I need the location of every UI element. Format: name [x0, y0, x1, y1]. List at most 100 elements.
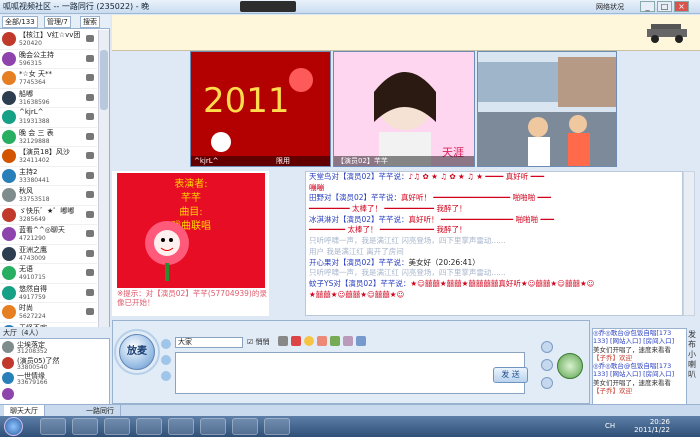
minimize-button[interactable]: _ [640, 1, 655, 12]
chat-scrollbar[interactable] [683, 171, 695, 316]
hall-user-row[interactable]: 尘埃落定 31208352 [0, 340, 110, 356]
settings-icon[interactable] [541, 341, 553, 353]
taskbar-app-4[interactable] [136, 418, 162, 435]
chat-message: ━━━━━━━━ 太棒了！ ━━━━━━━━━━━━ 我醉了！ [306, 225, 682, 236]
user-row[interactable]: 无怪不欢31018170 [0, 323, 97, 327]
user-row[interactable]: 无语 4910715 [0, 264, 97, 284]
avatar [2, 207, 16, 222]
user-id: 33800540 [17, 363, 48, 371]
taskbar-app-5[interactable] [168, 418, 194, 435]
chat-sender[interactable]: 田野对【演员02】芊芊说： [309, 193, 401, 202]
recipient-select[interactable]: 大家 [175, 337, 243, 348]
public-message-line[interactable]: 133] [网站入口] [房间入口] [593, 337, 686, 345]
action-icon[interactable] [343, 336, 353, 346]
broadcast-icon[interactable] [557, 353, 583, 379]
image-icon[interactable] [330, 336, 340, 346]
public-message-line[interactable]: 美女们开唱了，速度来看看 [593, 346, 686, 354]
music-icon[interactable] [541, 359, 553, 371]
user-row[interactable]: ゞ快乐゛★゜嘟嘟 3285649 [0, 206, 97, 225]
hall-user-row[interactable]: (演员05)了然 33800540 [0, 356, 110, 372]
user-id: 4917759 [19, 293, 46, 301]
bold-icon[interactable] [278, 336, 288, 346]
taskbar-app-3[interactable] [104, 418, 130, 435]
chat-sender[interactable]: 冰淇淋对【演员02】芊芊说： [309, 215, 409, 224]
gift-icon[interactable] [317, 336, 327, 346]
user-row[interactable]: 时尚 5627224 [0, 303, 97, 323]
user-id: 596315 [19, 59, 42, 67]
user-row[interactable]: 晚 会 三 表 32129888 [0, 128, 97, 147]
tab-search[interactable]: 搜索 [80, 16, 100, 28]
chat-sender[interactable]: 蚊子YS对【演员02】芊芊说： [309, 279, 410, 288]
avatar [2, 341, 14, 353]
taskbar-app-8[interactable] [264, 418, 290, 435]
speaker-icon[interactable] [161, 339, 171, 349]
user-row[interactable]: ^kjrL^ 31931388 [0, 108, 97, 128]
taskbar-app-1[interactable] [40, 418, 66, 435]
taskbar-app-6[interactable] [200, 418, 226, 435]
user-row[interactable]: 主持2 33380441 [0, 167, 97, 186]
start-button[interactable] [4, 417, 23, 436]
user-panel: 全部/133 管理/7 搜索 【核江】V红☆vv团 520420 晚会公主持 5963… [0, 15, 110, 327]
video-window-1[interactable]: 2011 ^kjrL^ 限用 [190, 51, 331, 167]
hall-user-list: 尘埃落定 31208352 (演员05)了然 33800540 一世情缘 33679166 [0, 340, 110, 402]
camera-icon [86, 249, 94, 257]
user-row[interactable]: *☆女 天** 7745364 [0, 69, 97, 89]
user-row[interactable]: 船嘟 31638596 [0, 89, 97, 108]
user-list-scrollbar[interactable] [98, 30, 109, 327]
camera-icon[interactable] [161, 355, 171, 365]
taskbar-app-2[interactable] [72, 418, 98, 435]
hall-user-row[interactable] [0, 387, 110, 403]
taskbar-app-7[interactable] [232, 418, 258, 435]
record-icon[interactable] [541, 377, 553, 389]
camera-icon [86, 93, 94, 101]
send-button[interactable]: 发 送 [493, 367, 528, 383]
user-row[interactable]: 亚洲之鹰 4743009 [0, 245, 97, 264]
user-name: 晚会公主持 [19, 50, 54, 59]
public-message-line[interactable]: 美女们开唱了，速度来看看 [593, 379, 686, 387]
hall-panel: 大厅（4人） 尘埃落定 31208352 (演员05)了然 33800540 一世情缘 3… [0, 328, 110, 416]
camera-icon [86, 113, 94, 120]
font-color-icon[interactable] [291, 336, 301, 346]
avatar [2, 188, 16, 202]
volume-icon[interactable] [161, 371, 171, 381]
user-name: *☆女 天** [19, 70, 53, 78]
user-row[interactable]: 【演员18】风沙 32411402 [0, 147, 97, 167]
chat-log: 天堂鸟对【演员02】芊芊说：♪♫ ✿ ★ ♫ ✿ ★ ♫ ★ ━━━━ 真好听 … [305, 171, 683, 316]
screenshot-icon[interactable] [356, 336, 366, 346]
emoji-icon[interactable] [304, 336, 314, 346]
video-window-2[interactable]: 天涯 【演员02】芊芊 [333, 51, 475, 167]
avatar [2, 51, 16, 66]
public-message-line[interactable]: 【子乔】欢迎 [593, 387, 686, 395]
public-message-line[interactable]: 133] [网站入口] [房间入口] [593, 370, 686, 378]
speaker-label[interactable]: 发布小喇叭 [688, 330, 698, 380]
mic-button[interactable]: 放麦 [119, 334, 155, 370]
user-name: 悠然自得 [19, 284, 47, 293]
tab-all[interactable]: 全部/133 [2, 16, 38, 28]
user-row[interactable]: 秋风 33753518 [0, 186, 97, 206]
message-input[interactable] [175, 352, 525, 394]
chat-sender[interactable]: 开心果对【演员02】芊芊说： [309, 258, 409, 267]
user-tabs: 全部/133 管理/7 搜索 [0, 15, 110, 29]
language-indicator[interactable]: CH [605, 422, 615, 430]
user-row[interactable]: 悠然自得 4917759 [0, 284, 97, 303]
input-area: 放麦 大家 ☑ 悄悄 发 送 [112, 320, 590, 404]
user-id: 32129888 [19, 137, 50, 145]
maximize-button[interactable]: □ [657, 1, 672, 12]
title-bar: 呱呱视频社区 -- 一路同行 (235022) - 晚 网络状况 _ □ × [0, 0, 700, 14]
chat-sender[interactable]: 天堂鸟对【演员02】芊芊说： [309, 172, 409, 181]
clock[interactable]: 20:26 2011/1/22 [630, 418, 670, 434]
hall-user-row[interactable]: 一世情缘 33679166 [0, 371, 110, 387]
user-row[interactable]: 晚会公主持 596315 [0, 50, 97, 69]
public-message-line[interactable]: 【子乔】欢迎 [593, 354, 686, 362]
user-row[interactable]: 蓝看^^◎聊天 4721290 [0, 225, 97, 245]
top-banner [112, 15, 700, 51]
connection-widget[interactable] [240, 1, 296, 12]
user-name: ゞ快乐゛★゜嘟嘟 [19, 206, 75, 215]
private-checkbox[interactable]: ☑ 悄悄 [247, 337, 270, 347]
network-status-label[interactable]: 网络状况 [596, 2, 624, 12]
close-button[interactable]: × [674, 1, 689, 12]
tab-admin[interactable]: 管理/7 [44, 16, 71, 28]
avatar [2, 372, 14, 384]
user-row[interactable]: 【核江】V红☆vv团 520420 [0, 30, 97, 50]
video-window-3[interactable] [477, 51, 617, 167]
